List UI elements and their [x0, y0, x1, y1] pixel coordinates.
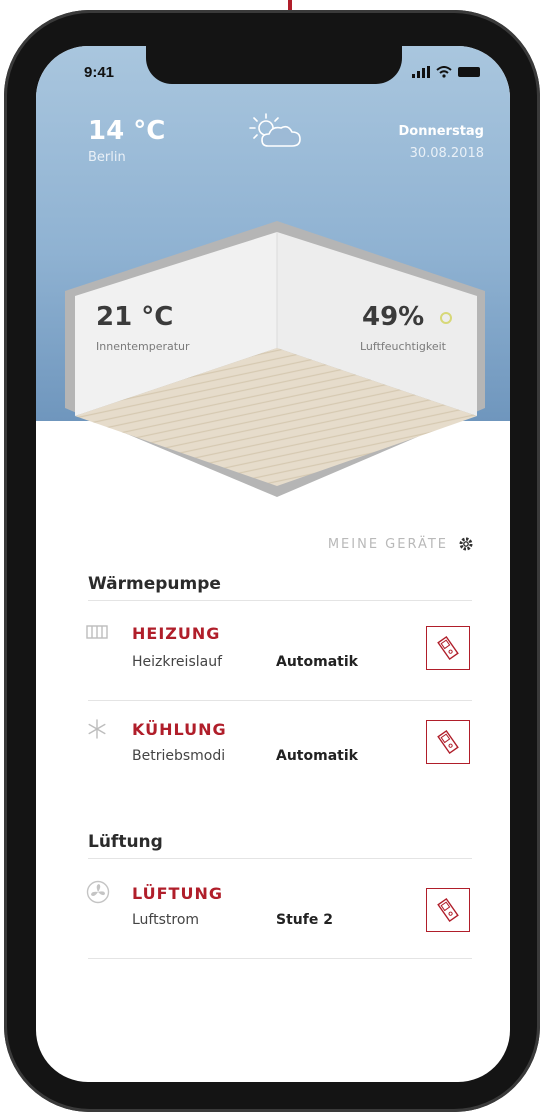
eco-button-ventilation[interactable] [426, 888, 470, 932]
indoor-temperature-label: Innentemperatur [96, 340, 190, 353]
row-divider [88, 700, 472, 701]
radiator-icon [86, 625, 108, 639]
device-value-heating: Automatik [276, 654, 358, 670]
snowflake-icon [88, 719, 106, 739]
gear-icon[interactable] [458, 536, 474, 552]
eco-button-cooling[interactable] [426, 720, 470, 764]
phone-frame: 9:41 14 °C Berlin Donnerstag 30.08.2018 … [4, 10, 540, 1112]
humidity-label: Luftfeuchtigkeit [360, 340, 446, 353]
section-title-heat-pump: Wärmepumpe [88, 574, 221, 594]
device-param-heating: Heizkreislauf [132, 654, 223, 670]
device-value-cooling: Automatik [276, 748, 358, 764]
section-divider [88, 858, 472, 859]
device-title-ventilation: LÜFTUNG [132, 884, 223, 903]
eco-icon [437, 897, 459, 923]
fan-icon [86, 880, 110, 904]
section-divider [88, 600, 472, 601]
device-value-ventilation: Stufe 2 [276, 912, 333, 928]
eco-icon [437, 635, 459, 661]
eco-icon [437, 729, 459, 755]
humidity-indicator-icon [440, 312, 452, 324]
section-title-ventilation: Lüftung [88, 832, 163, 852]
eco-button-heating[interactable] [426, 626, 470, 670]
device-param-ventilation: Luftstrom [132, 912, 200, 928]
phone-notch [146, 46, 402, 84]
my-devices-label: MEINE GERÄTE [327, 536, 448, 552]
device-title-heating: HEIZUNG [132, 624, 221, 643]
device-title-cooling: KÜHLUNG [132, 720, 227, 739]
row-divider [88, 958, 472, 959]
app-screen: 9:41 14 °C Berlin Donnerstag 30.08.2018 … [36, 46, 510, 1082]
room-illustration [65, 221, 485, 497]
humidity-value: 49% [362, 302, 425, 332]
device-param-cooling: Betriebsmodi [132, 748, 226, 764]
my-devices-header[interactable]: MEINE GERÄTE [328, 536, 474, 552]
indoor-temperature: 21 °C [96, 302, 174, 332]
